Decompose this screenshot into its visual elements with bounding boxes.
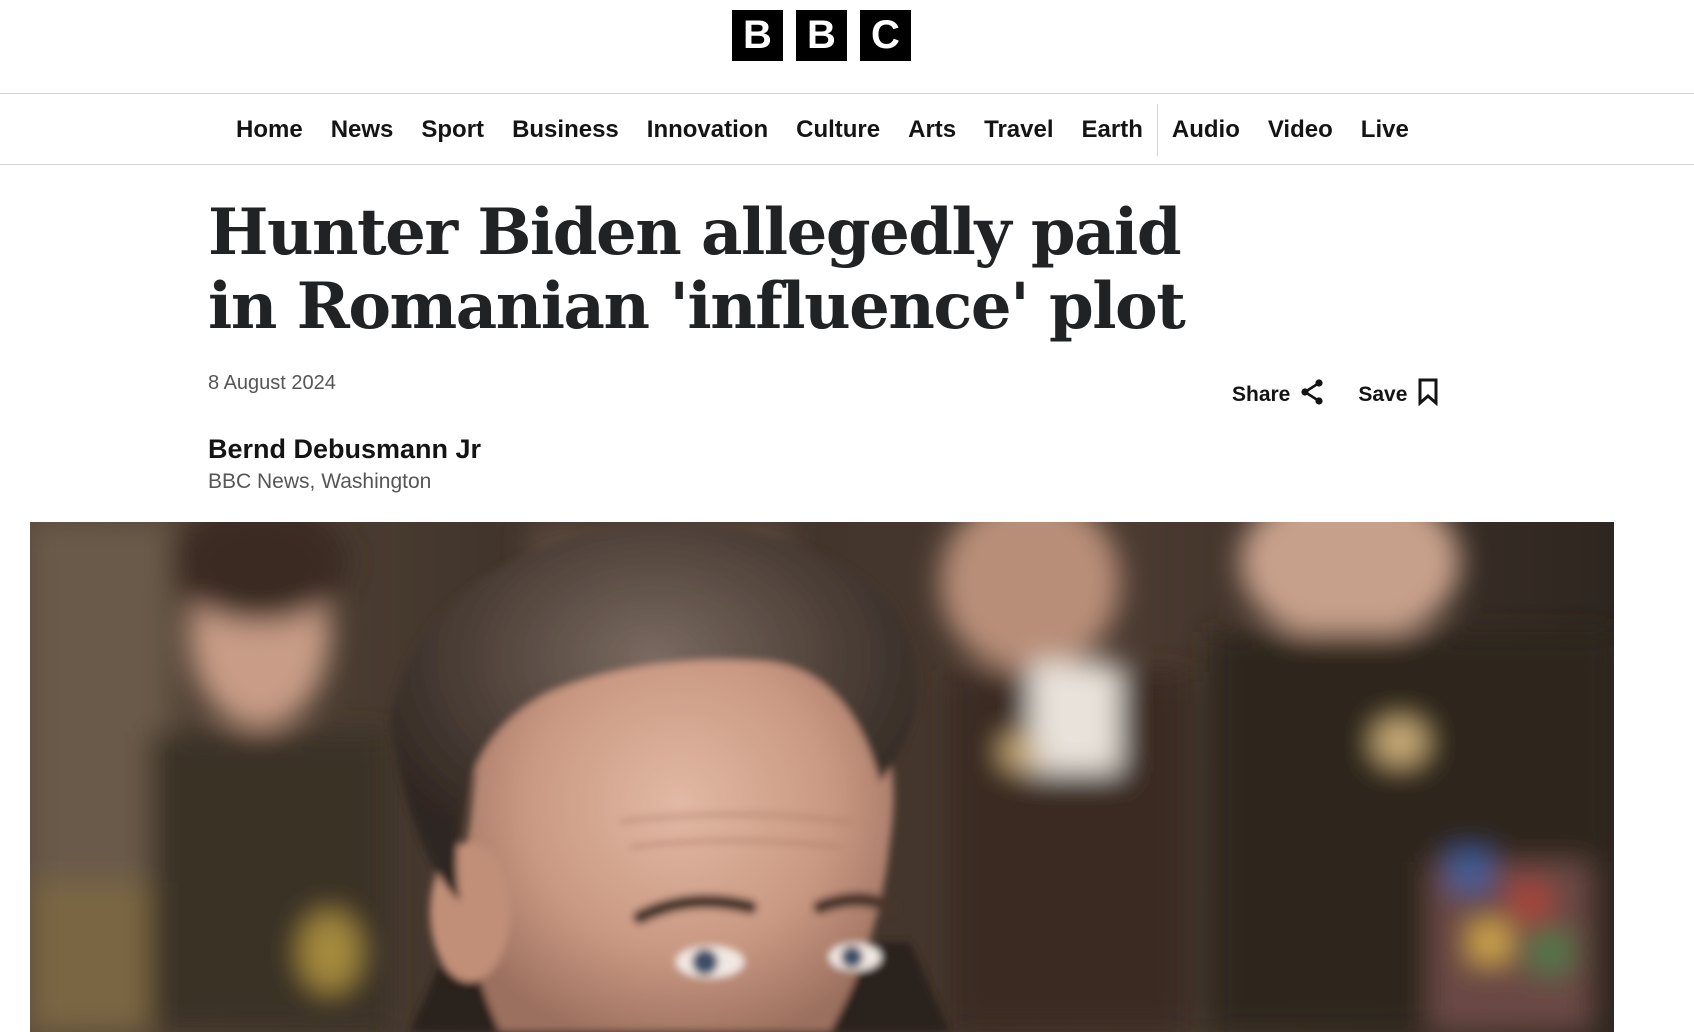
share-button[interactable]: Share (1232, 379, 1324, 411)
nav-item-arts[interactable]: Arts (894, 105, 970, 155)
publish-date: 8 August 2024 (208, 372, 336, 394)
nav-item-news[interactable]: News (317, 105, 408, 155)
masthead: B B C (0, 0, 1694, 94)
nav-item-culture[interactable]: Culture (782, 105, 894, 155)
share-icon (1300, 379, 1324, 411)
nav-item-sport[interactable]: Sport (407, 105, 498, 155)
nav-item-live[interactable]: Live (1347, 105, 1423, 155)
nav-item-home[interactable]: Home (222, 105, 317, 155)
bookmark-icon (1417, 378, 1439, 412)
article-actions: Share Save (1232, 378, 1439, 412)
hero-photo-illustration (30, 522, 1614, 1032)
hero-image (30, 522, 1614, 1032)
nav-item-business[interactable]: Business (498, 105, 633, 155)
nav-item-video[interactable]: Video (1254, 105, 1347, 155)
share-label: Share (1232, 383, 1291, 406)
bbc-logo[interactable]: B B C (732, 10, 911, 61)
nav-item-earth[interactable]: Earth (1068, 105, 1157, 155)
nav-item-audio[interactable]: Audio (1158, 105, 1254, 155)
save-button[interactable]: Save (1358, 378, 1439, 412)
logo-letter-3: C (860, 10, 911, 61)
save-label: Save (1358, 383, 1408, 406)
nav-list: Home News Sport Business Innovation Cult… (222, 94, 1423, 165)
nav-item-innovation[interactable]: Innovation (633, 105, 782, 155)
nav-item-travel[interactable]: Travel (970, 105, 1067, 155)
author-name[interactable]: Bernd Debusmann Jr (208, 434, 481, 465)
main-nav: Home News Sport Business Innovation Cult… (0, 94, 1694, 165)
logo-letter-1: B (732, 10, 783, 61)
author-organisation: BBC News, Washington (208, 470, 432, 493)
logo-letter-2: B (796, 10, 847, 61)
article-headline: Hunter Biden allegedly paid in Romanian … (208, 195, 1186, 344)
